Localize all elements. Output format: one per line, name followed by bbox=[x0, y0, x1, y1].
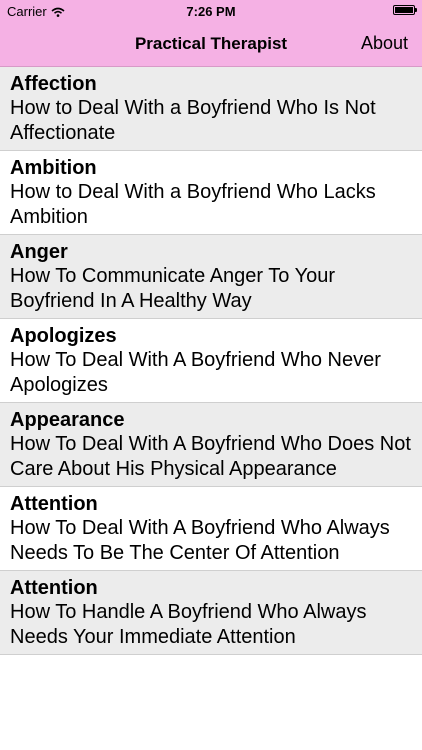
item-category: Anger bbox=[10, 241, 68, 263]
item-title: How To Deal With A Boyfriend Who Always … bbox=[10, 517, 390, 564]
status-time: 7:26 PM bbox=[186, 4, 236, 19]
item-category: Attention bbox=[10, 577, 98, 599]
list-item[interactable]: Anger How To Communicate Anger To Your B… bbox=[0, 235, 422, 319]
list-item[interactable]: Apologizes How To Deal With A Boyfriend … bbox=[0, 319, 422, 403]
about-button[interactable]: About bbox=[361, 33, 408, 54]
item-category: Apologizes bbox=[10, 325, 117, 347]
page-title: Practical Therapist bbox=[134, 34, 288, 53]
list-item[interactable]: Attention How To Handle A Boyfriend Who … bbox=[0, 571, 422, 655]
item-title: How To Handle A Boyfriend Who Always Nee… bbox=[10, 601, 367, 648]
item-category: Ambition bbox=[10, 157, 97, 179]
top-bar: Carrier 7:26 PM Practical Therapist Abou… bbox=[0, 0, 422, 67]
status-bar: Carrier 7:26 PM bbox=[0, 0, 422, 22]
item-category: Affection bbox=[10, 73, 97, 95]
item-title: How To Communicate Anger To Your Boyfrie… bbox=[10, 265, 336, 312]
item-title: How to Deal With a Boyfriend Who Lacks A… bbox=[10, 181, 376, 228]
app-screen: Carrier 7:26 PM Practical Therapist Abou… bbox=[0, 0, 422, 750]
item-category: Attention bbox=[10, 493, 98, 515]
list-item[interactable]: Attention How To Deal With A Boyfriend W… bbox=[0, 487, 422, 571]
navigation-bar: Practical Therapist About bbox=[0, 22, 422, 66]
item-category: Appearance bbox=[10, 409, 125, 431]
topic-list: Affection How to Deal With a Boyfriend W… bbox=[0, 67, 422, 655]
item-title: How To Deal With A Boyfriend Who Does No… bbox=[10, 433, 411, 480]
item-title: How to Deal With a Boyfriend Who Is Not … bbox=[10, 97, 376, 144]
item-title: How To Deal With A Boyfriend Who Never A… bbox=[10, 349, 381, 396]
list-item[interactable]: Ambition How to Deal With a Boyfriend Wh… bbox=[0, 151, 422, 235]
list-item[interactable]: Appearance How To Deal With A Boyfriend … bbox=[0, 403, 422, 487]
battery-icon bbox=[393, 5, 417, 15]
list-item[interactable]: Affection How to Deal With a Boyfriend W… bbox=[0, 67, 422, 151]
